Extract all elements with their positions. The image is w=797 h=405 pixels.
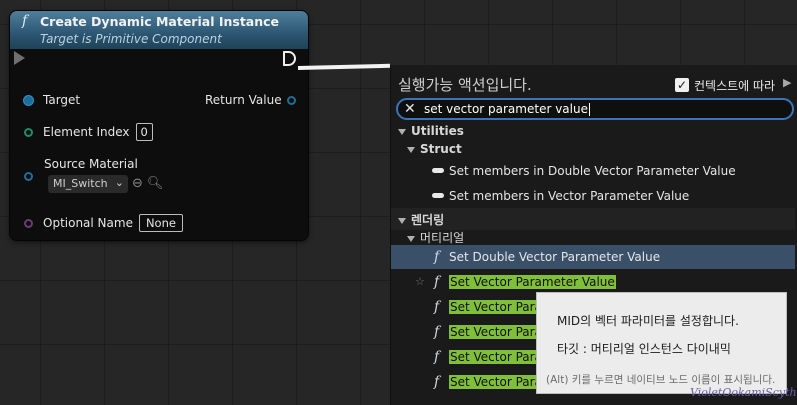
return-value-label: Return Value [205,93,282,107]
function-icon: f [434,299,440,315]
function-icon: f [434,349,440,365]
category-struct[interactable]: Struct [407,142,462,156]
context-sensitive-checkbox[interactable]: ✓ [675,78,689,92]
function-icon: f [434,374,440,390]
function-icon: f [434,274,440,290]
element-index-label: Element Index [43,125,130,139]
context-sensitive-label[interactable]: 컨텍스트에 따라 [694,77,775,94]
use-selected-asset-icon[interactable]: ⊖ [132,176,143,191]
optional-name-label: Optional Name [43,216,133,230]
action-search-box[interactable]: ✕ set vector parameter value [396,98,794,120]
struct-icon [432,193,444,198]
collapse-arrow-icon [407,235,415,242]
source-material-pin-row [24,172,43,181]
target-label: Target [43,93,81,107]
category-band [391,208,796,230]
action-item-selected[interactable]: f Set Double Vector Parameter Value [391,245,795,269]
exec-input-pin[interactable] [14,51,25,65]
node-header[interactable]: f Create Dynamic Material Instance Targe… [10,11,308,49]
function-icon: f [22,13,28,29]
favorite-star-icon[interactable]: ☆ [415,270,425,294]
element-index-pin[interactable] [24,127,33,137]
source-material-dropdown[interactable]: MI_Switch ⌄ [48,175,128,193]
element-index-input[interactable]: 0 [135,123,153,141]
function-icon: f [434,324,440,340]
clear-search-icon[interactable]: ✕ [404,100,416,118]
return-value-pin-row: Return Value [205,93,296,107]
collapse-arrow-icon [398,217,406,224]
source-material-label: Source Material [44,157,138,171]
watermark: VioletOokamiScythe [690,386,797,399]
return-value-pin[interactable] [286,95,296,105]
menu-title: 실행가능 액션입니다. [398,76,532,94]
optional-name-pin-row: Optional Name None [24,214,183,232]
optional-name-input[interactable]: None [138,214,183,232]
tooltip-description: MID의 벡터 파라미터를 설정합니다. [557,314,739,328]
element-index-pin-row: Element Index 0 [24,123,153,141]
category-material[interactable]: 머티리얼 [407,229,464,246]
action-item[interactable]: Set members in Double Vector Parameter V… [391,159,795,183]
category-utilities[interactable]: Utilities [398,124,464,138]
optional-name-pin[interactable] [24,218,33,228]
search-input[interactable]: set vector parameter value [424,101,590,117]
node-title: Create Dynamic Material Instance [40,14,280,29]
expand-arrow-icon[interactable]: ▶ [783,76,791,89]
target-pin-row: Target [24,93,80,107]
chevron-down-icon: ⌄ [114,176,124,189]
struct-icon [432,168,444,173]
action-tooltip: MID의 벡터 파라미터를 설정합니다. 타깃 : 머티리얼 인스턴스 다이내믹… [536,292,787,394]
source-material-value: MI_Switch [53,177,108,190]
target-pin[interactable] [24,95,33,105]
collapse-arrow-icon [407,146,415,153]
function-icon: f [434,249,440,265]
asset-actions: ⊖ 🔍︎ [132,176,163,191]
tooltip-target: 타깃 : 머티리얼 인스턴스 다이내믹 [557,342,731,356]
source-material-label-row: Source Material [44,157,138,171]
browse-asset-icon[interactable]: 🔍︎ [147,176,164,191]
collapse-arrow-icon [398,128,406,135]
category-rendering[interactable]: 렌더링 [398,211,444,228]
source-material-pin[interactable] [24,172,33,181]
tooltip-hint: (Alt) 키를 누르면 네이티브 노드 이름이 표시됩니다. [546,374,776,386]
node-subtitle: Target is Primitive Component [40,32,222,46]
action-item[interactable]: Set members in Vector Parameter Value [391,184,795,208]
action-item[interactable]: ☆ f Set Vector Parameter Value [391,270,795,294]
